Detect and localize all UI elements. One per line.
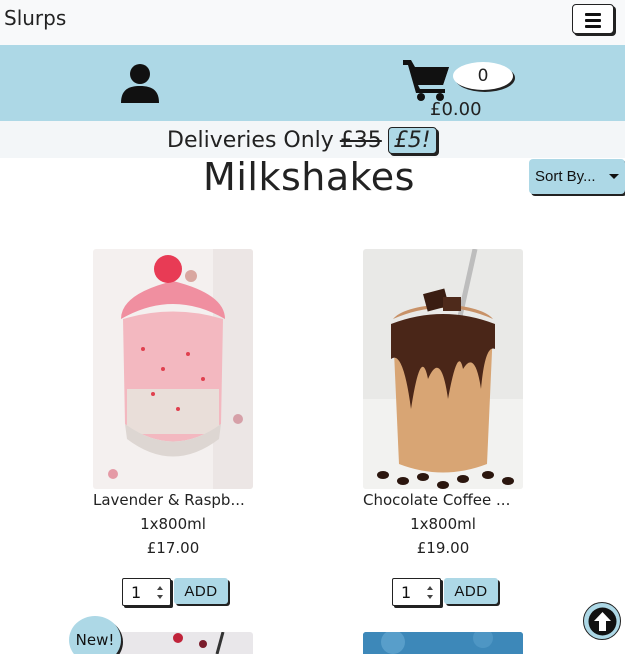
product-size: 1x800ml bbox=[140, 515, 206, 533]
promo-new-price: £5! bbox=[387, 126, 437, 154]
product-size: 1x800ml bbox=[410, 515, 476, 533]
menu-toggle-button[interactable] bbox=[572, 4, 614, 34]
decrement-icon[interactable] bbox=[157, 595, 163, 599]
add-to-cart-button[interactable]: ADD bbox=[444, 578, 498, 604]
product-image-next-2[interactable] bbox=[363, 632, 523, 654]
user-icon[interactable] bbox=[119, 63, 161, 105]
quantity-stepper[interactable]: 1 bbox=[122, 578, 171, 606]
product-price: £17.00 bbox=[146, 539, 200, 557]
product-name[interactable]: Chocolate Coffee ... bbox=[363, 491, 543, 509]
quantity-value: 1 bbox=[131, 583, 142, 602]
sort-label: Sort By... bbox=[535, 168, 596, 185]
cart-icon[interactable] bbox=[402, 57, 452, 101]
cart-count-badge[interactable]: 0 bbox=[453, 62, 513, 90]
header-band: 0 £0.00 bbox=[0, 45, 625, 121]
scroll-to-top-button[interactable] bbox=[583, 602, 621, 640]
product-photo-partial bbox=[363, 632, 523, 654]
quantity-value: 1 bbox=[401, 583, 412, 602]
page-title: Milkshakes bbox=[203, 155, 415, 199]
promo-old-price: £35 bbox=[339, 127, 382, 153]
brand-logo[interactable]: Slurps bbox=[4, 6, 66, 30]
milkshake-photo bbox=[93, 249, 253, 489]
promo-text: Deliveries Only bbox=[167, 127, 334, 153]
decrement-icon[interactable] bbox=[427, 595, 433, 599]
milkshake-photo bbox=[363, 249, 523, 489]
cart-total: £0.00 bbox=[430, 99, 482, 120]
product-price: £19.00 bbox=[416, 539, 470, 557]
quantity-stepper[interactable]: 1 bbox=[392, 578, 441, 606]
caret-down-icon bbox=[609, 174, 619, 179]
top-navbar: Slurps bbox=[0, 0, 625, 45]
add-to-cart-button[interactable]: ADD bbox=[174, 578, 228, 604]
product-image-lavender[interactable] bbox=[93, 249, 253, 489]
product-image-chocolate[interactable] bbox=[363, 249, 523, 489]
product-name[interactable]: Lavender & Raspb... bbox=[93, 491, 273, 509]
arrow-up-circle-icon bbox=[588, 607, 617, 636]
increment-icon[interactable] bbox=[427, 586, 433, 590]
promo-banner: Deliveries Only £35 £5! bbox=[0, 121, 625, 158]
new-badge: New! bbox=[69, 616, 121, 654]
sort-dropdown[interactable]: Sort By... bbox=[529, 159, 625, 194]
increment-icon[interactable] bbox=[157, 586, 163, 590]
hamburger-icon bbox=[585, 13, 601, 16]
